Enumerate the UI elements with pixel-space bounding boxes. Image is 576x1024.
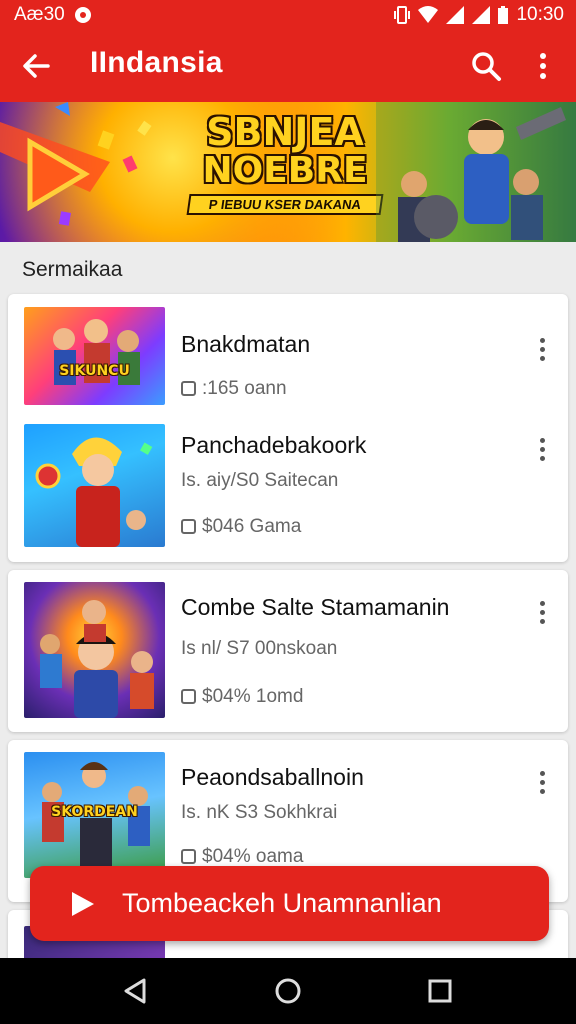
thumbnail-text: SKORDEAN [51, 804, 138, 820]
page-title: IIndansia [90, 46, 223, 79]
item-title[interactable]: Panchadebakoork [181, 432, 366, 459]
more-vert-icon[interactable] [528, 48, 558, 84]
clipboard-icon [181, 381, 196, 396]
clipboard-icon [181, 519, 196, 534]
banner-play-art [0, 102, 152, 226]
back-arrow-icon[interactable] [18, 48, 54, 84]
status-time: 10:30 [516, 4, 564, 25]
game-thumbnail[interactable] [24, 424, 165, 547]
app-bar: IIndansia [0, 30, 576, 102]
list-item[interactable]: Panchadebakoork Is. aiy/S0 Saitecan $046… [24, 423, 552, 549]
game-thumbnail[interactable] [24, 582, 165, 718]
play-icon [72, 892, 94, 916]
status-bar: Aæ30 10:30 [0, 0, 576, 30]
clipboard-icon [181, 849, 196, 864]
system-nav-bar [0, 958, 576, 1024]
banner-characters-art [376, 102, 576, 242]
item-title[interactable]: Combe Salte Stamamanin [181, 594, 449, 621]
item-meta: Is. aiy/S0 Saitecan [181, 470, 339, 491]
nav-recents-icon[interactable] [425, 976, 455, 1006]
item-meta: $04% oama [181, 846, 303, 868]
item-title[interactable]: Peaondsaballnoin [181, 764, 364, 791]
nav-home-icon[interactable] [273, 976, 303, 1006]
search-icon[interactable] [468, 48, 504, 84]
notification-icon [74, 7, 91, 23]
item-meta: Is. nK S3 Sokhkrai [181, 802, 338, 823]
item-meta: $046 Gama [181, 516, 301, 538]
more-vert-icon[interactable] [532, 435, 552, 465]
vibrate-icon [394, 6, 411, 24]
banner-headline: SBNJEA NOEBRE [202, 110, 368, 191]
nav-back-icon[interactable] [120, 976, 150, 1006]
game-card: Combe Salte Stamamanin Is nl/ S7 00nskoa… [8, 570, 568, 732]
battery-icon [498, 6, 509, 24]
banner-subtitle: P IEBUU KSER DAKANA [186, 194, 384, 215]
hero-banner[interactable]: SBNJEA NOEBRE P IEBUU KSER DAKANA [0, 102, 576, 242]
item-meta: Is nl/ S7 00nskoan [181, 638, 338, 659]
item-meta: $04% 1omd [181, 686, 303, 708]
game-card: SIKUNCU Bnakdmatan :165 oann Panchadebak… [8, 294, 568, 562]
list-item[interactable]: SIKUNCU Bnakdmatan :165 oann [24, 307, 552, 407]
more-vert-icon[interactable] [532, 335, 552, 365]
thumbnail-text: SIKUNCU [59, 363, 130, 379]
item-title[interactable]: Bnakdmatan [181, 331, 310, 358]
section-label: Sermaikaa [22, 258, 123, 281]
signal-icon-2 [472, 6, 491, 24]
signal-icon [446, 6, 465, 24]
more-vert-icon[interactable] [532, 768, 552, 798]
clipboard-icon [181, 689, 196, 704]
item-meta: :165 oann [181, 378, 287, 400]
status-left-text: Aæ30 [14, 4, 65, 25]
game-thumbnail[interactable]: SKORDEAN [24, 752, 165, 878]
primary-cta-button[interactable]: Tombeackeh Unamnanlian [30, 866, 549, 941]
list-item[interactable]: Combe Salte Stamamanin Is nl/ S7 00nskoa… [24, 582, 552, 720]
cta-label: Tombeackeh Unamnanlian [122, 888, 442, 918]
wifi-icon [418, 6, 439, 23]
more-vert-icon[interactable] [532, 598, 552, 628]
game-thumbnail[interactable]: SIKUNCU [24, 307, 165, 405]
